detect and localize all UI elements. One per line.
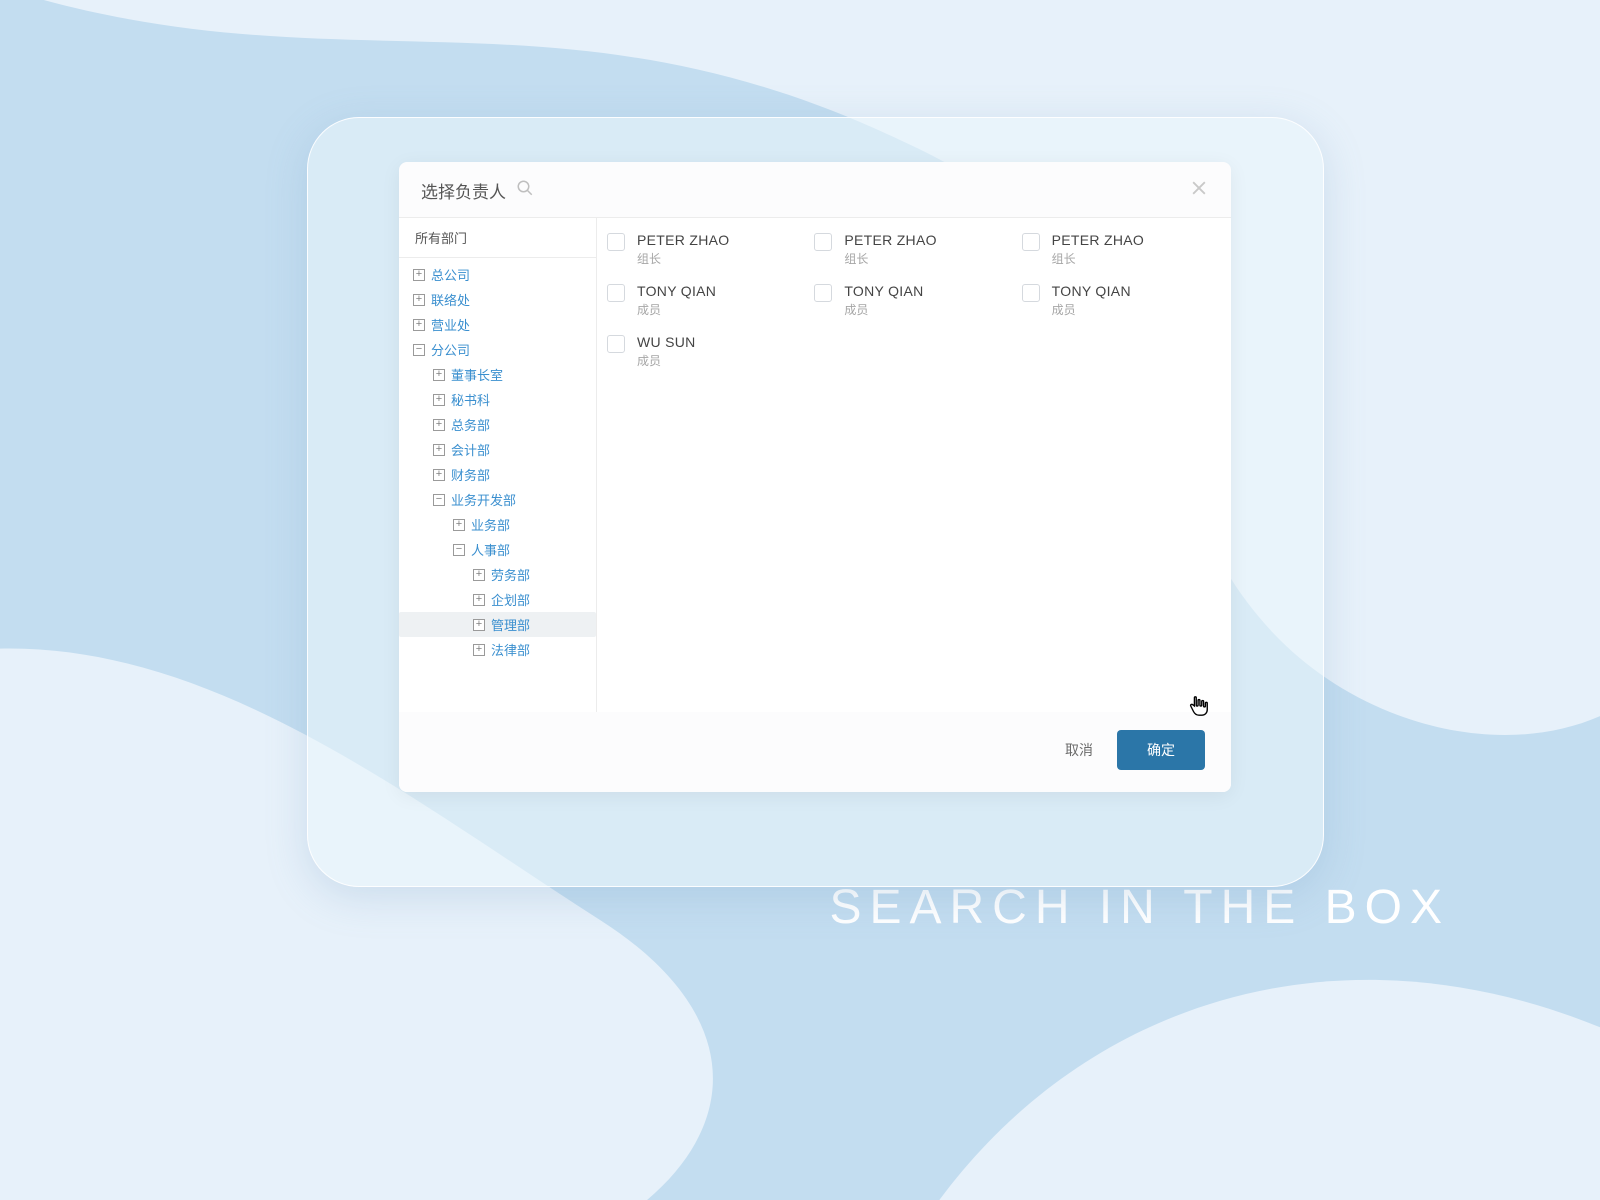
person-checkbox[interactable] [1022,284,1040,302]
tree-node[interactable]: 法律部 [399,637,596,662]
person-item[interactable]: TONY QIAN 成员 [1022,283,1221,318]
expand-icon[interactable] [473,569,485,581]
expand-icon[interactable] [433,444,445,456]
page-caption: SEARCH IN THE BOX [829,880,1450,935]
expand-icon[interactable] [433,469,445,481]
expand-icon[interactable] [413,269,425,281]
person-checkbox[interactable] [607,284,625,302]
person-item[interactable]: TONY QIAN 成员 [814,283,1013,318]
tree-node[interactable]: 分公司 [399,337,596,362]
person-item[interactable]: TONY QIAN 成员 [607,283,806,318]
tree-node[interactable]: 总公司 [399,262,596,287]
tree-node[interactable]: 业务开发部 [399,487,596,512]
expand-icon[interactable] [433,369,445,381]
modal-body: 所有部门 总公司联络处营业处分公司董事长室秘书科总务部会计部财务部业务开发部业务… [399,218,1231,712]
person-name: WU SUN [637,334,696,350]
person-role: 成员 [1052,301,1131,318]
person-name: TONY QIAN [844,283,923,299]
tree-node[interactable]: 会计部 [399,437,596,462]
tree-node[interactable]: 管理部 [399,612,596,637]
person-name: PETER ZHAO [844,232,936,248]
tree-title: 所有部门 [399,218,596,258]
person-name: TONY QIAN [1052,283,1131,299]
collapse-icon[interactable] [453,544,465,556]
person-role: 组长 [1052,250,1144,267]
tree-node[interactable]: 董事长室 [399,362,596,387]
tree-node-label: 财务部 [451,465,490,484]
tree-node-label: 业务开发部 [451,490,516,509]
department-tree[interactable]: 总公司联络处营业处分公司董事长室秘书科总务部会计部财务部业务开发部业务部人事部劳… [407,262,588,662]
person-role: 组长 [844,250,936,267]
person-item[interactable]: PETER ZHAO 组长 [1022,232,1221,267]
tree-node[interactable]: 秘书科 [399,387,596,412]
expand-icon[interactable] [473,619,485,631]
person-item[interactable]: PETER ZHAO 组长 [814,232,1013,267]
tree-node[interactable]: 总务部 [399,412,596,437]
tree-node-label: 业务部 [471,515,510,534]
tree-node[interactable]: 营业处 [399,312,596,337]
person-role: 组长 [637,250,729,267]
person-checkbox[interactable] [1022,233,1040,251]
person-name: PETER ZHAO [637,232,729,248]
tree-node[interactable]: 财务部 [399,462,596,487]
tree-node-label: 董事长室 [451,365,503,384]
tree-node-label: 法律部 [491,640,530,659]
tree-node-label: 管理部 [491,615,530,634]
cancel-button[interactable]: 取消 [1065,740,1093,760]
tree-node[interactable]: 业务部 [399,512,596,537]
tree-node[interactable]: 联络处 [399,287,596,312]
tree-node-label: 联络处 [431,290,470,309]
people-grid: PETER ZHAO 组长 PETER ZHAO 组长 PETER ZHAO 组长 TONY… [607,232,1221,369]
search-icon[interactable] [516,179,534,202]
person-checkbox[interactable] [814,233,832,251]
expand-icon[interactable] [453,519,465,531]
tree-node-label: 总务部 [451,415,490,434]
tree-node-label: 企划部 [491,590,530,609]
person-name: PETER ZHAO [1052,232,1144,248]
modal-footer: 取消 确定 [399,712,1231,792]
collapse-icon[interactable] [413,344,425,356]
tree-node-label: 总公司 [431,265,470,284]
expand-icon[interactable] [413,319,425,331]
tree-node-label: 营业处 [431,315,470,334]
close-icon[interactable] [1189,178,1209,203]
expand-icon[interactable] [473,644,485,656]
person-item[interactable]: PETER ZHAO 组长 [607,232,806,267]
tree-node-label: 分公司 [431,340,470,359]
tree-node-label: 秘书科 [451,390,490,409]
person-checkbox[interactable] [607,335,625,353]
select-owner-modal: 选择负责人 所有部门 总公司联络处营业处分公司董事长室秘书科总务部会计部财务部业… [399,162,1231,792]
person-role: 成员 [844,301,923,318]
expand-icon[interactable] [473,594,485,606]
tree-node-label: 会计部 [451,440,490,459]
person-name: TONY QIAN [637,283,716,299]
confirm-button[interactable]: 确定 [1117,730,1205,770]
person-item[interactable]: WU SUN 成员 [607,334,806,369]
person-checkbox[interactable] [607,233,625,251]
people-panel: PETER ZHAO 组长 PETER ZHAO 组长 PETER ZHAO 组长 TONY… [597,218,1231,712]
person-role: 成员 [637,301,716,318]
collapse-icon[interactable] [433,494,445,506]
person-checkbox[interactable] [814,284,832,302]
tree-node[interactable]: 劳务部 [399,562,596,587]
tree-node[interactable]: 企划部 [399,587,596,612]
expand-icon[interactable] [433,394,445,406]
expand-icon[interactable] [413,294,425,306]
tree-node-label: 劳务部 [491,565,530,584]
tree-node-label: 人事部 [471,540,510,559]
expand-icon[interactable] [433,419,445,431]
modal-title: 选择负责人 [421,178,506,203]
modal-header: 选择负责人 [399,162,1231,218]
department-tree-panel: 所有部门 总公司联络处营业处分公司董事长室秘书科总务部会计部财务部业务开发部业务… [399,218,597,712]
tree-node[interactable]: 人事部 [399,537,596,562]
person-role: 成员 [637,352,696,369]
pointer-cursor-icon [1188,695,1210,717]
